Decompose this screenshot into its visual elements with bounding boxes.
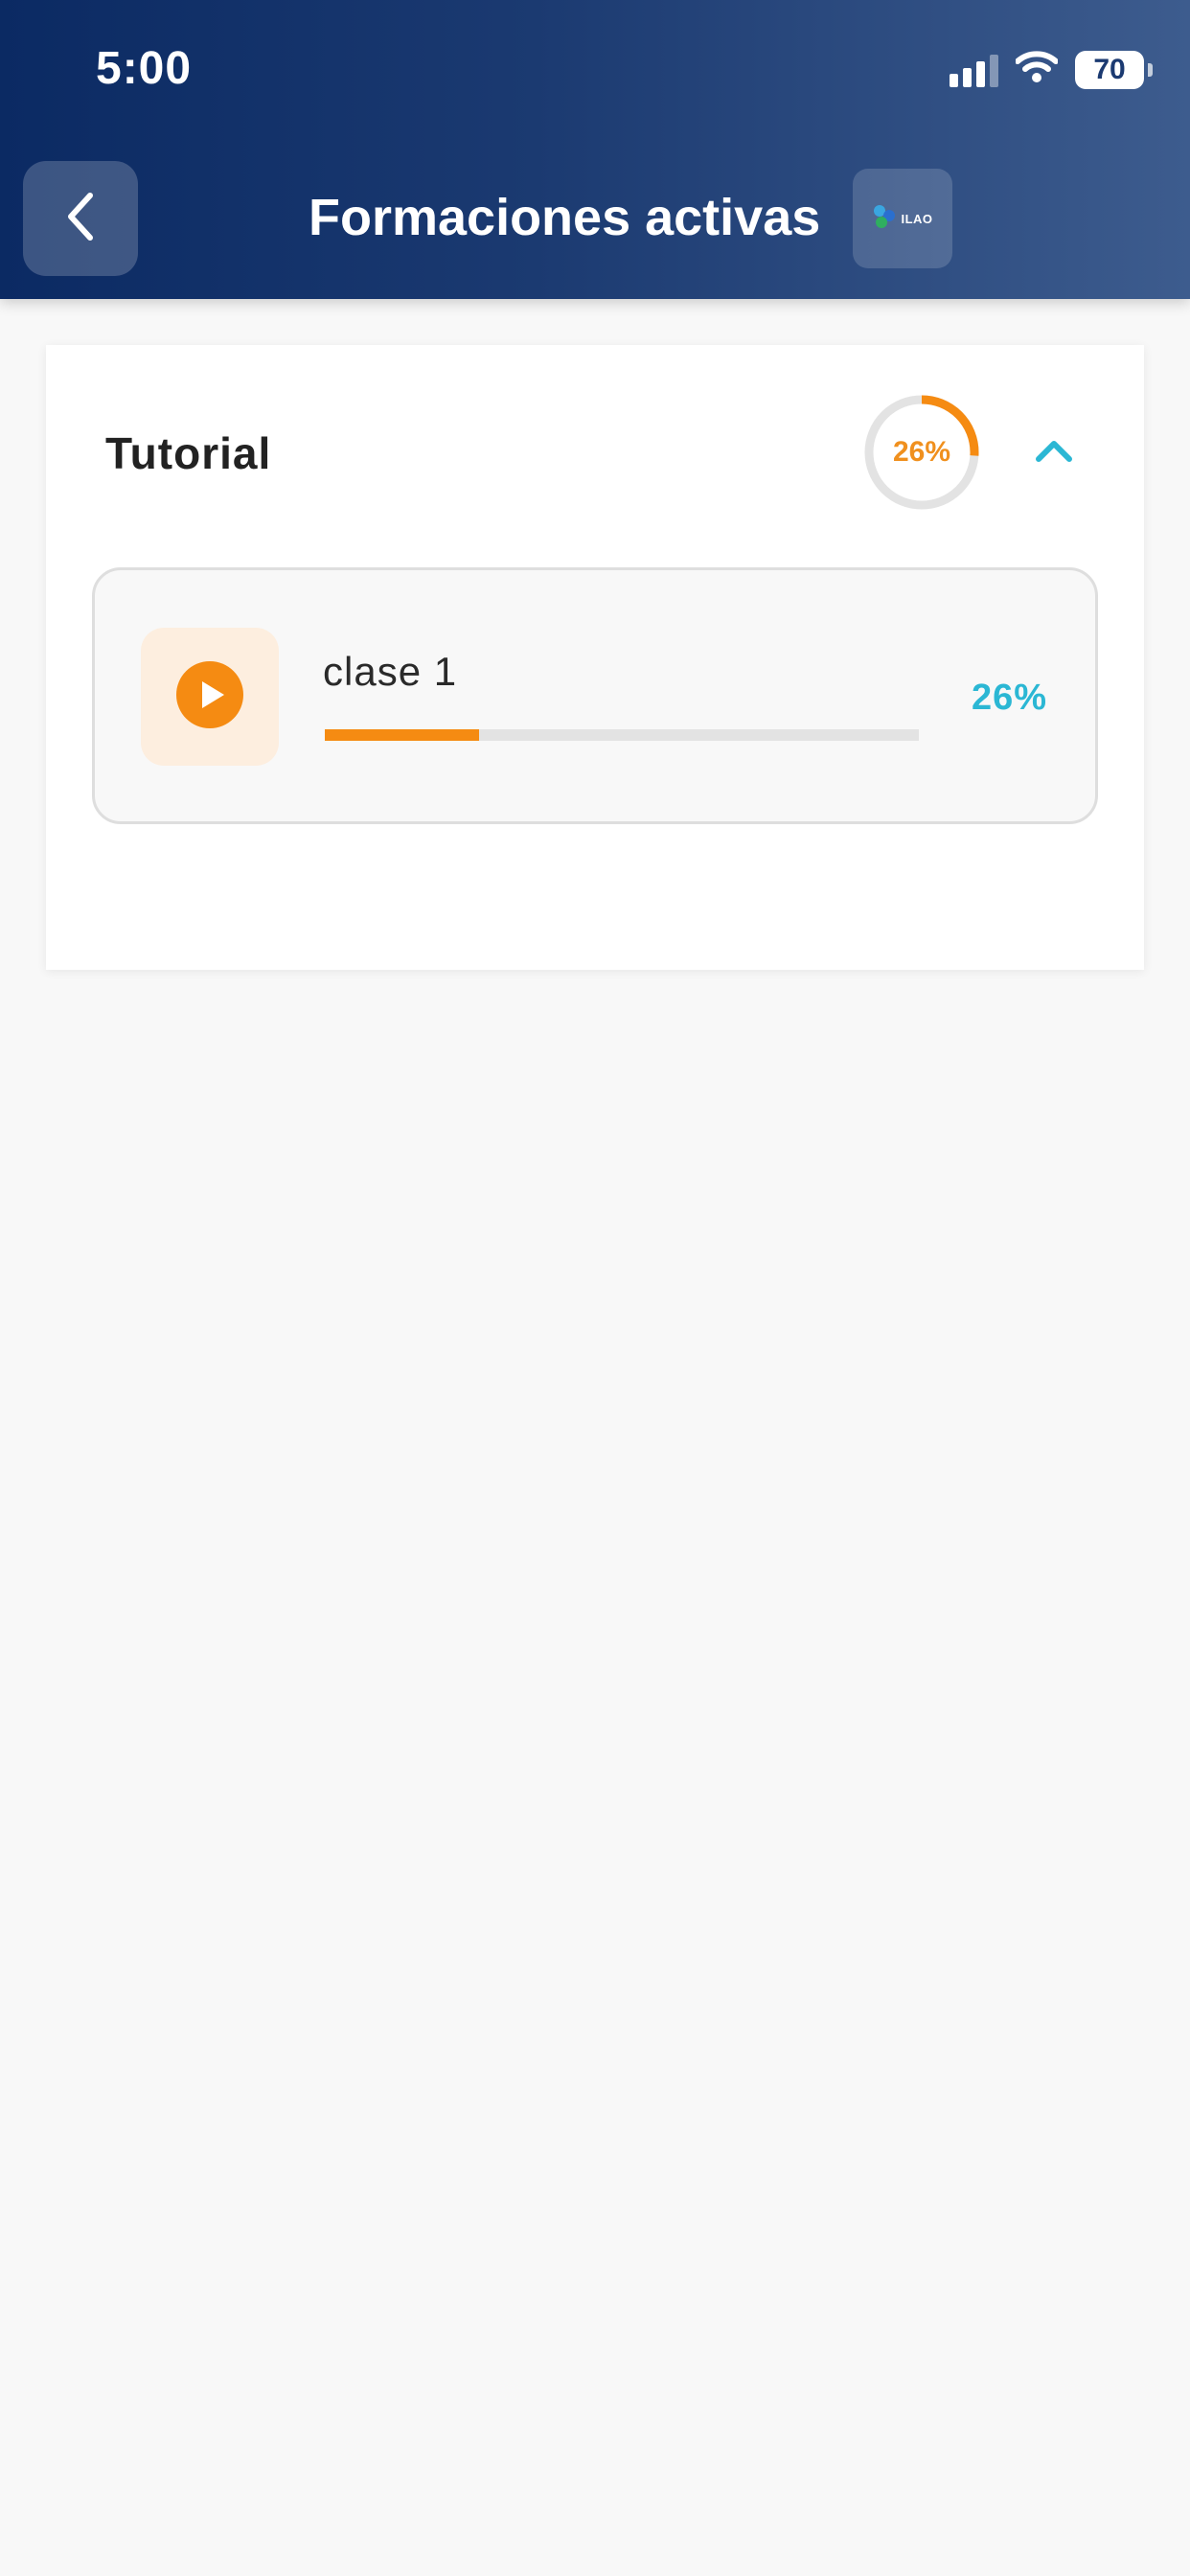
battery-level: 70 xyxy=(1093,53,1126,85)
play-icon xyxy=(176,660,243,733)
back-button[interactable] xyxy=(23,161,138,276)
chevron-left-icon xyxy=(61,190,100,248)
lesson-progress-bar xyxy=(325,729,919,741)
signal-icon xyxy=(950,53,998,87)
page-title: Formaciones activas xyxy=(309,189,821,246)
course-card: Tutorial 26% clase 1 26% xyxy=(46,345,1144,970)
course-title: Tutorial xyxy=(105,428,272,478)
lesson-name: clase 1 xyxy=(323,649,458,694)
logo-mark-icon xyxy=(872,202,899,236)
app-logo: ILAO xyxy=(853,169,952,268)
lesson-progress-fill xyxy=(325,729,480,741)
course-progress-label: 26% xyxy=(892,436,951,468)
status-icons: 70 xyxy=(950,50,1153,89)
chevron-up-icon xyxy=(1035,438,1073,468)
lesson-row[interactable]: clase 1 26% xyxy=(92,567,1098,824)
wifi-icon xyxy=(1015,50,1059,89)
collapse-button[interactable] xyxy=(1025,424,1083,481)
app-header: 5:00 70 Formaciones activas ILAO xyxy=(0,0,1190,299)
course-progress-ring: 26% xyxy=(862,393,981,512)
logo-text: ILAO xyxy=(901,211,933,226)
lesson-progress-label: 26% xyxy=(971,678,1047,718)
battery-icon: 70 xyxy=(1075,50,1153,89)
lesson-icon-box xyxy=(141,628,279,766)
status-time: 5:00 xyxy=(96,43,193,94)
